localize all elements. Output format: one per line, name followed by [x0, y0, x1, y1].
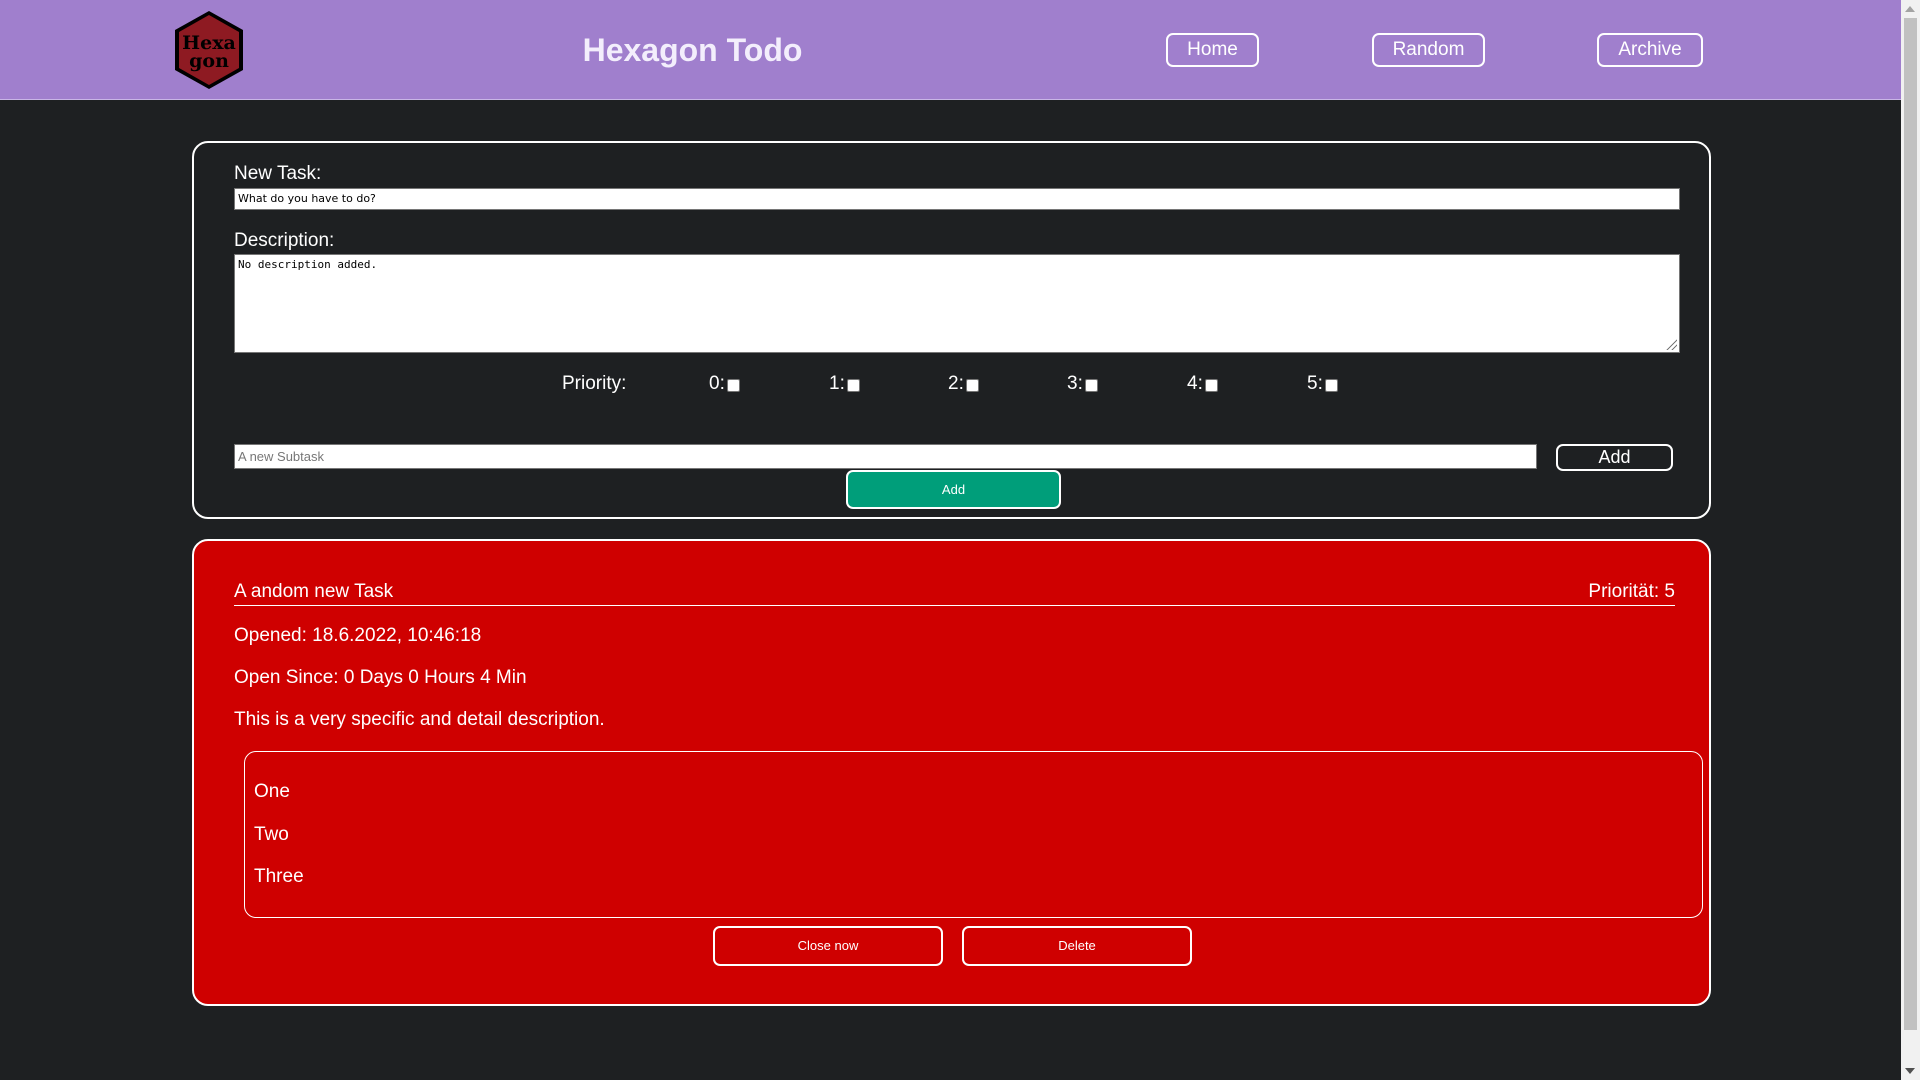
new-task-form: New Task: What do you have to do? Descri… [192, 141, 1711, 519]
priority-checkbox[interactable] [1204, 379, 1218, 392]
priority-checkbox[interactable] [726, 379, 740, 392]
subtask-item[interactable]: One [254, 781, 290, 803]
close-task-button[interactable]: Close now [713, 926, 943, 966]
priority-option-1[interactable]: 1: [829, 373, 860, 395]
vertical-scrollbar[interactable] [1901, 0, 1920, 1080]
app-title: Hexagon Todo [582, 32, 803, 68]
priority-option-0[interactable]: 0: [709, 373, 740, 395]
hexagon-logo-icon[interactable]: Hexa gon [172, 9, 246, 91]
priority-checkbox[interactable] [1084, 379, 1098, 392]
description-text: No description added. [238, 258, 378, 271]
priority-option-label: 1: [829, 373, 845, 394]
task-opened-date: Opened: 18.6.2022, 10:46:18 [234, 625, 482, 646]
delete-task-button[interactable]: Delete [962, 926, 1192, 966]
priority-option-4[interactable]: 4: [1187, 373, 1218, 395]
priority-selector: Priority: 0: 1: 2: 3: 4: 5: [194, 373, 1709, 403]
nav-random-button[interactable]: Random [1372, 33, 1485, 67]
task-title-input[interactable]: What do you have to do? [234, 188, 1680, 210]
scrollbar-thumb[interactable] [1904, 18, 1917, 1030]
priority-option-label: 2: [948, 373, 964, 394]
priority-option-label: 0: [709, 373, 725, 394]
task-card: A andom new Task Priorität: 5 Opened: 18… [192, 539, 1711, 1006]
priority-option-5[interactable]: 5: [1307, 373, 1338, 395]
task-open-since: Open Since: 0 Days 0 Hours 4 Min [234, 667, 527, 688]
svg-text:gon: gon [189, 50, 229, 72]
task-header: A andom new Task Priorität: 5 [234, 581, 1675, 606]
subtask-list: One Two Three [244, 751, 1703, 918]
priority-option-label: 3: [1067, 373, 1083, 394]
priority-checkbox[interactable] [965, 379, 979, 392]
scroll-up-icon[interactable] [1905, 6, 1915, 12]
subtask-input[interactable]: A new Subtask [234, 444, 1537, 469]
app-header: Hexa gon Hexagon Todo Home Random Archiv… [0, 0, 1901, 100]
task-priority: Priorität: 5 [1588, 581, 1675, 602]
priority-checkbox[interactable] [1324, 379, 1338, 392]
task-title: A andom new Task [234, 581, 394, 602]
nav-home-button[interactable]: Home [1166, 33, 1259, 67]
priority-checkbox[interactable] [846, 379, 860, 392]
priority-option-label: 4: [1187, 373, 1203, 394]
new-task-label: New Task: [234, 163, 322, 184]
scroll-down-icon[interactable] [1905, 1068, 1915, 1074]
nav-archive-button[interactable]: Archive [1597, 33, 1703, 67]
resize-handle-icon[interactable] [1665, 338, 1677, 350]
priority-label: Priority: [562, 373, 627, 394]
add-task-button[interactable]: Add [846, 470, 1061, 509]
subtask-item[interactable]: Three [254, 866, 304, 888]
subtask-item[interactable]: Two [254, 824, 289, 846]
priority-option-2[interactable]: 2: [948, 373, 979, 395]
description-textarea[interactable]: No description added. [234, 254, 1680, 353]
add-subtask-button[interactable]: Add [1556, 444, 1673, 471]
priority-option-label: 5: [1307, 373, 1323, 394]
priority-option-3[interactable]: 3: [1067, 373, 1098, 395]
task-description: This is a very specific and detail descr… [234, 709, 605, 730]
description-label: Description: [234, 230, 335, 251]
